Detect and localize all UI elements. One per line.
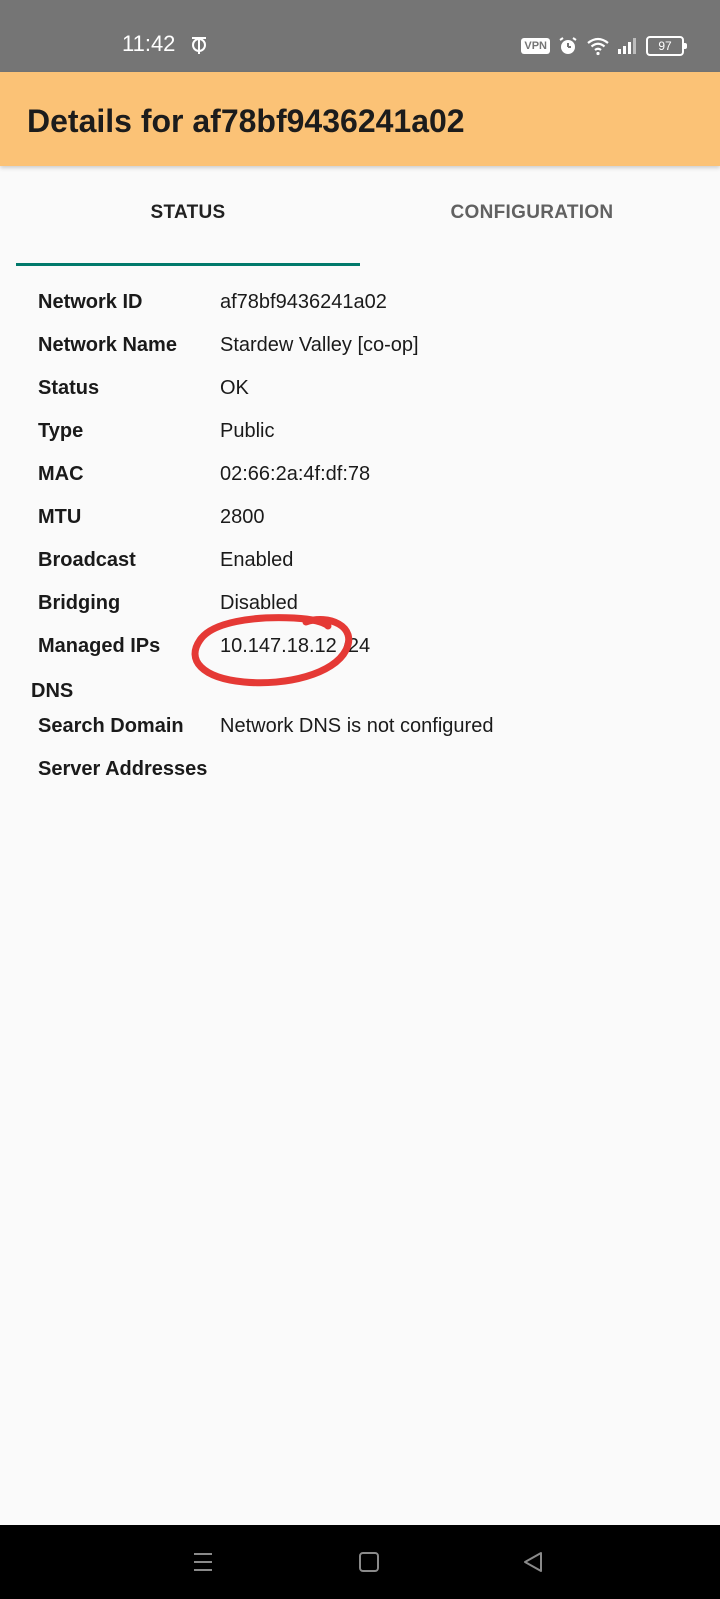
- bridging-value: Disabled: [220, 592, 298, 614]
- tab-bar: STATUS CONFIGURATION: [16, 186, 704, 266]
- bridging-label: Bridging: [38, 592, 121, 614]
- vpn-icon: VPN: [521, 38, 550, 54]
- system-nav-bar: [0, 1525, 720, 1599]
- network-id-value: af78bf9436241a02: [220, 291, 387, 313]
- network-name-value: Stardew Valley [co-op]: [220, 334, 419, 356]
- tab-status[interactable]: STATUS: [16, 186, 360, 266]
- search-domain-value: Network DNS is not configured: [220, 715, 494, 737]
- detail-row-mac: MAC 02:66:2a:4f:df:78: [0, 454, 720, 497]
- home-square-icon[interactable]: [352, 1545, 386, 1579]
- status-time: 11:42: [122, 31, 176, 56]
- network-id-label: Network ID: [38, 291, 143, 313]
- managed-ips-value: 10.147.18.12 /24: [220, 635, 371, 657]
- mac-label: MAC: [38, 463, 84, 485]
- detail-row-network-name: Network Name Stardew Valley [co-op]: [0, 325, 720, 368]
- detail-row-status: Status OK: [0, 368, 720, 411]
- type-label: Type: [38, 420, 84, 442]
- broadcast-label: Broadcast: [38, 549, 136, 571]
- status-label: Status: [38, 377, 100, 399]
- menu-icon[interactable]: [186, 1545, 220, 1579]
- server-addresses-label: Server Addresses: [38, 758, 208, 780]
- detail-row-server-addresses: Server Addresses: [0, 749, 720, 792]
- network-name-label: Network Name: [38, 334, 177, 356]
- battery-icon: 97: [646, 36, 687, 56]
- status-bar: 11:42 VPN 97: [0, 0, 720, 72]
- app-bar: Details for af78bf9436241a02: [0, 72, 720, 166]
- page-title: Details for af78bf9436241a02: [27, 103, 465, 139]
- signal-icon: [618, 38, 636, 54]
- detail-row-bridging: Bridging Disabled: [0, 583, 720, 626]
- detail-row-managed-ips: Managed IPs 10.147.18.12 /24: [0, 626, 720, 669]
- managed-ips-label: Managed IPs: [38, 635, 161, 657]
- mac-value: 02:66:2a:4f:df:78: [220, 463, 371, 485]
- detail-row-network-id: Network ID af78bf9436241a02: [0, 282, 720, 325]
- broadcast-value: Enabled: [220, 549, 294, 571]
- detail-row-mtu: MTU 2800: [0, 497, 720, 540]
- mtu-label: MTU: [38, 506, 82, 528]
- detail-row-broadcast: Broadcast Enabled: [0, 540, 720, 583]
- back-triangle-icon[interactable]: [516, 1545, 550, 1579]
- dns-section-heading: DNS: [31, 680, 74, 702]
- status-value: OK: [220, 377, 249, 399]
- detail-row-type: Type Public: [0, 411, 720, 454]
- wifi-icon: [587, 37, 609, 56]
- app-notification-icon: [192, 37, 206, 54]
- tab-configuration[interactable]: CONFIGURATION: [360, 186, 704, 266]
- mtu-value: 2800: [220, 506, 265, 528]
- type-value: Public: [220, 420, 275, 442]
- network-details: Network ID af78bf9436241a02 Network Name…: [0, 282, 720, 792]
- detail-row-search-domain: Search Domain Network DNS is not configu…: [0, 706, 720, 749]
- tab-selected-indicator: [16, 263, 360, 266]
- search-domain-label: Search Domain: [38, 715, 184, 737]
- alarm-icon: [559, 37, 577, 54]
